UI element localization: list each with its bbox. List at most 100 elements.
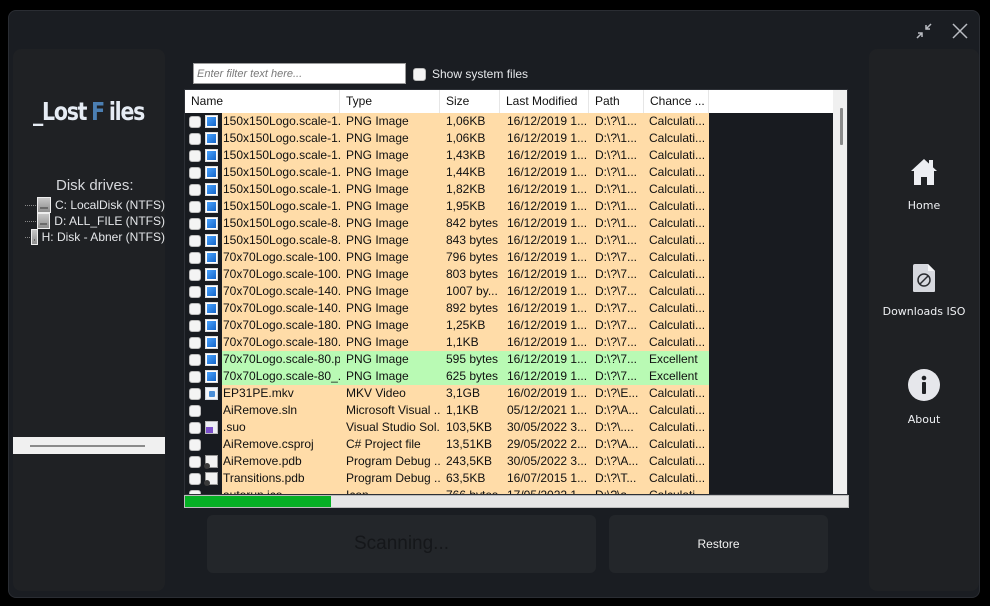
row-checkbox[interactable] [189,438,201,451]
restore-button[interactable]: Restore [609,515,828,573]
scrollbar-thumb[interactable] [840,108,843,145]
disk-item-c[interactable]: C: LocalDisk (NTFS) [25,197,165,213]
close-window-button[interactable] [948,19,972,43]
row-checkbox[interactable] [189,370,201,383]
table-row[interactable]: 150x150Logo.scale-8... PNG Image 843 bytes… [185,232,833,249]
row-checkbox[interactable] [189,387,201,400]
row-checkbox[interactable] [189,455,201,468]
row-checkbox[interactable] [189,183,201,196]
column-header-last-modified[interactable]: Last Modified [500,90,589,113]
table-row[interactable]: 70x70Logo.scale-80_... PNG Image 625 bytes… [185,368,833,385]
hard-drive-icon [36,213,51,229]
cell-chance: Calculati... [644,334,709,351]
row-lead [185,436,222,453]
column-header-chance[interactable]: Chance ... [644,90,709,113]
row-lead [185,419,222,436]
table-row[interactable]: 150x150Logo.scale-1... PNG Image 1,43KB 16/… [185,147,833,164]
table-row[interactable]: AiRemove.pdb Program Debug ... 243,5KB 30/0… [185,453,833,470]
row-lead [185,130,222,147]
table-row[interactable]: Transitions.pdb Program Debug ... 63,5KB 16… [185,470,833,487]
row-checkbox[interactable] [189,132,201,145]
table-row[interactable]: 150x150Logo.scale-1... PNG Image 1,06KB 16/… [185,113,833,130]
disk-item-d[interactable]: D: ALL_FILE (NTFS) [25,213,165,229]
row-checkbox[interactable] [189,285,201,298]
row-checkbox[interactable] [189,149,201,162]
scan-progress-bar [184,495,849,508]
cell-path: D:\?\7... [589,249,644,266]
row-checkbox[interactable] [189,268,201,281]
row-checkbox[interactable] [189,115,201,128]
nav-downloads-iso[interactable]: Downloads ISO [869,263,979,318]
table-row[interactable]: 150x150Logo.scale-1... PNG Image 1,95KB 16/… [185,198,833,215]
cell-chance: Calculati... [644,266,709,283]
table-row[interactable]: 70x70Logo.scale-140... PNG Image 892 bytes… [185,300,833,317]
table-row[interactable]: EP31PE.mkv MKV Video 3,1GB 16/02/2019 1... D… [185,385,833,402]
row-checkbox[interactable] [189,217,201,230]
table-row[interactable]: 70x70Logo.scale-100... PNG Image 803 bytes… [185,266,833,283]
show-system-files-checkbox[interactable] [413,67,426,81]
cell-path: D:\?\a... [589,487,644,494]
row-checkbox[interactable] [189,166,201,179]
cell-size: 1,1KB [440,402,500,419]
disk-item-h[interactable]: H: Disk - Abner (NTFS) [25,229,165,245]
table-row[interactable]: autorun.ico Icon 766 bytes 17/05/2022 1... D… [185,487,833,494]
row-checkbox[interactable] [189,472,201,485]
row-checkbox[interactable] [189,319,201,332]
column-header-size[interactable]: Size [440,90,500,113]
image-file-icon [205,302,218,315]
table-row[interactable]: 150x150Logo.scale-1... PNG Image 1,06KB 16/… [185,130,833,147]
image-file-icon [205,336,218,349]
table-row[interactable]: 70x70Logo.scale-100.... PNG Image 796 byte… [185,249,833,266]
table-row[interactable]: 150x150Logo.scale-8... PNG Image 842 bytes… [185,215,833,232]
vertical-scrollbar[interactable] [833,90,847,494]
cell-path: D:\?\1... [589,113,644,130]
column-header-path[interactable]: Path [589,90,644,113]
row-checkbox[interactable] [189,404,201,417]
cell-last-modified: 16/12/2019 1... [500,283,589,300]
nav-home[interactable]: Home [869,157,979,212]
tree-connector [25,220,36,222]
table-row[interactable]: AiRemove.sln Microsoft Visual ... 1,1KB 05/… [185,402,833,419]
cell-last-modified: 16/02/2019 1... [500,385,589,402]
nav-about[interactable]: About [869,369,979,426]
cell-type: C# Project file [340,436,440,453]
row-checkbox[interactable] [189,336,201,349]
table-row[interactable]: 150x150Logo.scale-1... PNG Image 1,44KB 16/… [185,164,833,181]
table-row[interactable]: .suo Visual Studio Sol... 103,5KB 30/05/202… [185,419,833,436]
cell-size: 63,5KB [440,470,500,487]
nav-home-label: Home [907,199,941,212]
cell-size: 796 bytes [440,249,500,266]
cell-type: Visual Studio Sol... [340,419,440,436]
row-checkbox[interactable] [189,234,201,247]
table-row[interactable]: AiRemove.csproj C# Project file 13,51KB 29/… [185,436,833,453]
scan-button[interactable]: Scanning... [207,515,596,573]
row-lead [185,283,222,300]
table-row[interactable]: 70x70Logo.scale-140.... PNG Image 1007 by.… [185,283,833,300]
row-checkbox[interactable] [189,353,201,366]
cell-path: D:\?\7... [589,300,644,317]
table-row[interactable]: 70x70Logo.scale-180... PNG Image 1,1KB 16/1… [185,334,833,351]
cell-name: 70x70Logo.scale-80.p... [222,351,340,368]
cell-type: Icon [340,487,440,494]
table-row[interactable]: 70x70Logo.scale-180.... PNG Image 1,25KB 16… [185,317,833,334]
filter-input[interactable] [193,63,406,84]
row-checkbox[interactable] [189,200,201,213]
cell-type: PNG Image [340,351,440,368]
cell-name: 70x70Logo.scale-140... [222,300,340,317]
cell-path: D:\?\7... [589,351,644,368]
restore-window-button[interactable] [912,19,936,43]
row-checkbox[interactable] [189,302,201,315]
table-row[interactable]: 70x70Logo.scale-80.p... PNG Image 595 byte… [185,351,833,368]
row-checkbox[interactable] [189,251,201,264]
row-checkbox[interactable] [189,421,201,434]
cell-chance: Calculati... [644,283,709,300]
show-system-files-toggle[interactable]: Show system files [413,67,528,81]
column-header-type[interactable]: Type [340,90,440,113]
horizontal-scrollbar[interactable] [13,437,165,454]
cell-name: AiRemove.pdb [222,453,340,470]
cell-path: D:\?\E... [589,385,644,402]
column-header-name[interactable]: Name [185,90,340,113]
cell-last-modified: 16/12/2019 1... [500,317,589,334]
table-row[interactable]: 150x150Logo.scale-1... PNG Image 1,82KB 16/… [185,181,833,198]
scrollbar-thumb[interactable] [30,445,145,447]
